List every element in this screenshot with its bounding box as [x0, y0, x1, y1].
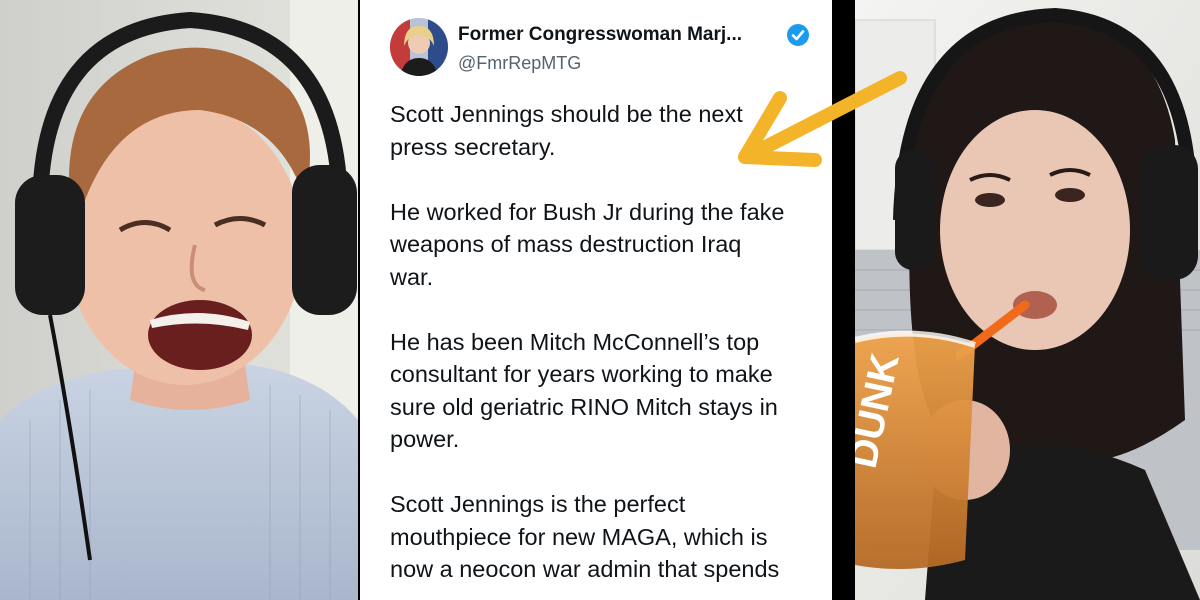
left-photo-man-headphones	[0, 0, 358, 600]
avatar	[390, 18, 448, 76]
tweet-paragraph-2: He worked for Bush Jr during the fake we…	[390, 198, 785, 290]
annotation-arrow-icon	[720, 60, 920, 190]
verified-badge-icon	[786, 23, 810, 47]
display-name[interactable]: Former Congresswoman Marj...	[458, 24, 742, 46]
tweet-paragraph-4: Scott Jennings is the perfect mouthpiece…	[390, 491, 780, 582]
tweet-paragraph-3: He has been Mitch McConnell’s top consul…	[390, 328, 778, 453]
left-photo-illustration	[0, 0, 358, 600]
handle[interactable]: @FmrRepMTG	[458, 53, 581, 74]
